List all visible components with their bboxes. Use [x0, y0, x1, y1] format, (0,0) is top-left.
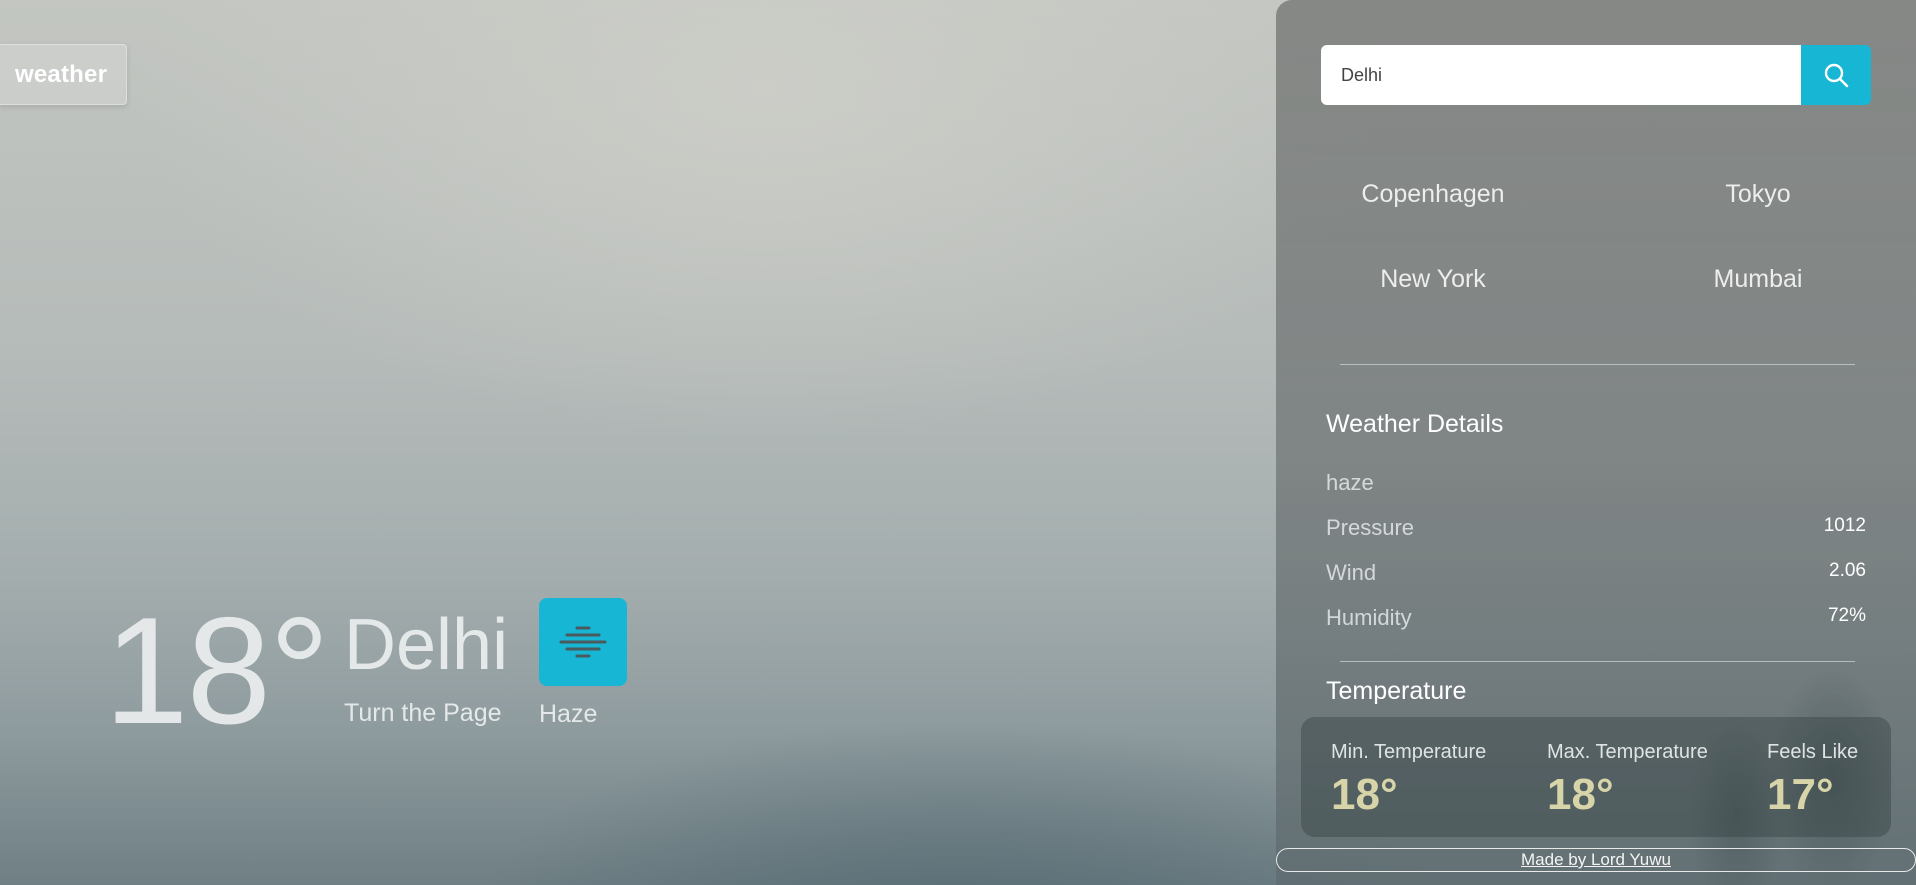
detail-label: Pressure	[1326, 515, 1415, 540]
min-temperature-label: Min. Temperature	[1331, 741, 1487, 763]
max-temperature: Max. Temperature 18°	[1547, 741, 1708, 820]
current-city: Delhi	[344, 605, 509, 685]
detail-label: Wind	[1326, 560, 1377, 585]
temperature-title: Temperature	[1326, 677, 1467, 705]
detail-row-description: haze	[1326, 470, 1866, 500]
detail-row-pressure: Pressure 1012	[1326, 515, 1866, 545]
min-temperature: Min. Temperature 18°	[1331, 741, 1486, 820]
max-temperature-label: Max. Temperature	[1547, 741, 1708, 763]
city-link-tokyo[interactable]: Tokyo	[1725, 180, 1790, 209]
search-button[interactable]	[1801, 45, 1871, 105]
detail-value: 1012	[1823, 515, 1866, 536]
detail-value: 72%	[1827, 605, 1866, 626]
detail-description: haze	[1326, 470, 1374, 495]
city-link-new-york[interactable]: New York	[1380, 265, 1486, 294]
city-link-copenhagen[interactable]: Copenhagen	[1361, 180, 1504, 209]
side-panel: Copenhagen Tokyo New York Mumbai Weather…	[1276, 0, 1916, 885]
city-link-mumbai[interactable]: Mumbai	[1714, 265, 1803, 294]
detail-row-wind: Wind 2.06	[1326, 560, 1866, 590]
detail-value: 2.06	[1829, 560, 1866, 581]
current-temperature: 18°	[104, 586, 330, 756]
divider	[1340, 364, 1855, 365]
search-icon	[1824, 63, 1849, 88]
weather-details-title: Weather Details	[1326, 410, 1504, 438]
footer: Made by Lord Yuwu	[1276, 848, 1916, 872]
divider	[1340, 661, 1855, 662]
feels-like-value: 17°	[1767, 770, 1834, 819]
search-input[interactable]	[1321, 45, 1801, 105]
search-bar	[1321, 45, 1871, 105]
brand-label: weather	[15, 60, 108, 88]
min-temperature-value: 18°	[1331, 770, 1398, 819]
condition-label: Haze	[539, 700, 598, 728]
brand-logo[interactable]: weather	[0, 44, 127, 105]
detail-row-humidity: Humidity 72%	[1326, 605, 1866, 635]
haze-icon	[539, 598, 627, 686]
max-temperature-value: 18°	[1547, 770, 1614, 819]
feels-like-label: Feels Like	[1767, 741, 1859, 763]
footer-credit-link[interactable]: Made by Lord Yuwu	[1521, 850, 1671, 870]
feels-like: Feels Like 17°	[1767, 741, 1858, 820]
temperature-card: Min. Temperature 18° Max. Temperature 18…	[1301, 717, 1891, 837]
detail-label: Humidity	[1326, 605, 1412, 630]
tagline: Turn the Page	[344, 699, 502, 727]
